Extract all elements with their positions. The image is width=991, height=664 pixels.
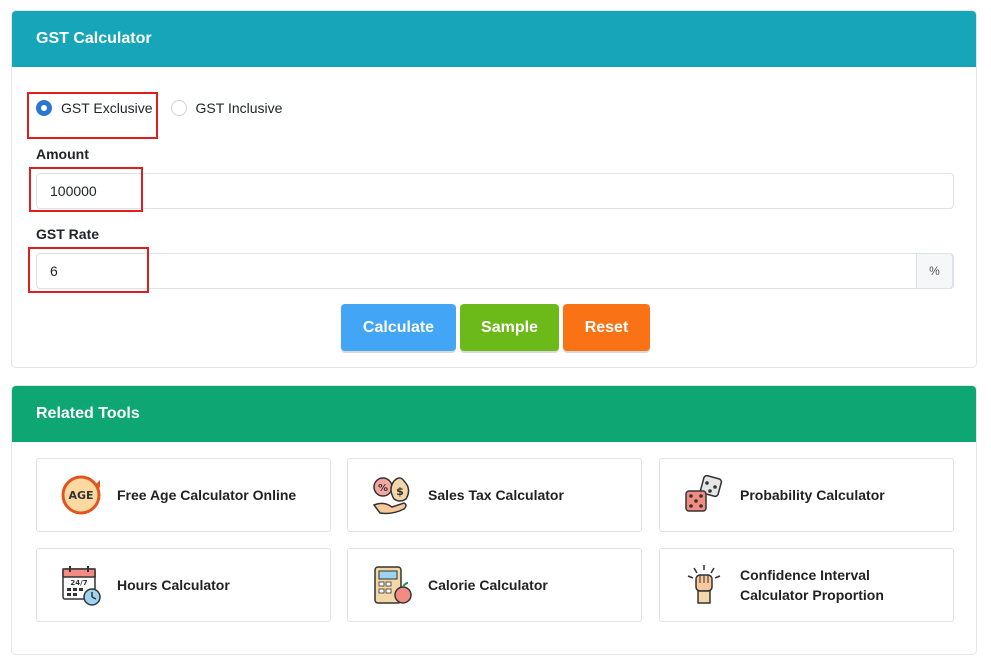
calendar-clock-icon: 24/7 — [59, 563, 103, 607]
sample-button[interactable]: Sample — [460, 304, 559, 351]
amount-input[interactable]: 100000 — [36, 173, 954, 209]
tool-label: Hours Calculator — [117, 577, 230, 593]
action-buttons: Calculate Sample Reset — [341, 304, 654, 351]
sales-tax-icon: % $ — [370, 473, 414, 517]
tool-card-age-calculator[interactable]: AGE Free Age Calculator Online — [36, 458, 331, 532]
tool-card-hours-calculator[interactable]: 24/7 Hours Calculator — [36, 548, 331, 622]
highlight-box-gst-rate — [28, 247, 149, 293]
tool-card-probability-calculator[interactable]: Probability Calculator — [659, 458, 954, 532]
amount-label: Amount — [36, 146, 89, 162]
tool-label: Sales Tax Calculator — [428, 487, 564, 503]
svg-text:AGE: AGE — [68, 489, 93, 502]
fist-icon — [682, 563, 726, 607]
age-icon: AGE — [59, 473, 103, 517]
svg-text:$: $ — [396, 485, 404, 498]
calculate-button[interactable]: Calculate — [341, 304, 456, 351]
reset-button[interactable]: Reset — [563, 304, 650, 351]
dice-icon — [682, 473, 726, 517]
tool-label: Probability Calculator — [740, 487, 885, 503]
highlight-box-gst-exclusive — [27, 92, 158, 139]
tool-card-sales-tax-calculator[interactable]: % $ Sales Tax Calculator — [347, 458, 642, 532]
gst-inclusive-radio[interactable]: GST Inclusive — [170, 100, 283, 116]
tool-card-confidence-interval-calculator[interactable]: Confidence Interval Calculator Proportio… — [659, 548, 954, 622]
related-tools-card: Related Tools AGE Free Age Calculator On… — [11, 385, 977, 655]
svg-text:%: % — [378, 483, 388, 494]
related-tools-header: Related Tools — [12, 386, 976, 442]
gst-calculator-header: GST Calculator — [12, 11, 976, 67]
tool-label: Calorie Calculator — [428, 577, 548, 593]
gst-rate-label: GST Rate — [36, 226, 100, 242]
tool-card-calorie-calculator[interactable]: Calorie Calculator — [347, 548, 642, 622]
percent-addon: % — [916, 253, 953, 289]
gst-calculator-card: GST Calculator GST Exclusive GST Inclusi… — [11, 10, 977, 368]
calculator-apple-icon — [370, 563, 414, 607]
tool-label: Free Age Calculator Online — [117, 487, 297, 503]
svg-text:24/7: 24/7 — [70, 579, 87, 587]
radio-unchecked-icon[interactable] — [170, 100, 187, 116]
highlight-box-amount — [29, 167, 143, 212]
gst-rate-input[interactable]: 6 % — [36, 253, 954, 289]
tool-label: Confidence Interval Calculator Proportio… — [740, 567, 884, 603]
gst-inclusive-label: GST Inclusive — [195, 100, 283, 116]
